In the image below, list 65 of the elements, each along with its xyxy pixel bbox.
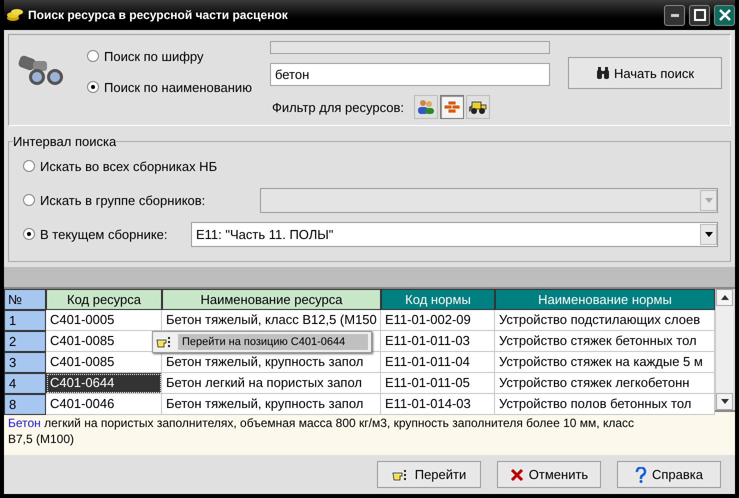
- coins-icon: [6, 7, 24, 23]
- column-header[interactable]: Код ресурса: [46, 289, 162, 310]
- radio-button[interactable]: [23, 160, 35, 172]
- help-icon: [635, 466, 647, 482]
- row-number: 8: [4, 394, 46, 415]
- column-header[interactable]: Наименование нормы: [495, 289, 715, 310]
- binoculars-icon: [596, 66, 610, 80]
- radio-button[interactable]: [87, 81, 99, 93]
- collection-dropdown[interactable]: Е11: "Часть 11. ПОЛЫ": [191, 222, 718, 246]
- scroll-down-icon: [720, 399, 728, 404]
- table-cell: С401-0085: [46, 352, 162, 373]
- dialog-button[interactable]: Перейти: [377, 461, 481, 488]
- table-cell: Бетон тяжелый, класс В12,5 (М150: [162, 310, 381, 331]
- maximize-icon: [694, 9, 706, 21]
- radio-button[interactable]: [23, 228, 35, 240]
- radio-label: Поиск по шифру: [104, 48, 204, 64]
- column-header[interactable]: Наименование ресурса: [162, 289, 381, 310]
- group-title: Интервал поиска: [13, 134, 116, 149]
- table-cell: Устройство стяжек на каждые 5 м: [495, 352, 715, 373]
- table-cell: С401-0005: [46, 310, 162, 331]
- maximize-button[interactable]: [689, 4, 710, 26]
- caret-icon: [704, 198, 712, 202]
- window-title: Поиск ресурса в ресурсной части расценок: [28, 8, 289, 22]
- table-cell: С401-0644: [46, 373, 162, 394]
- table-cell: Устройство полов бетонных тол: [495, 394, 715, 415]
- filter-button[interactable]: [466, 95, 490, 119]
- scroll-up-icon: [720, 295, 728, 300]
- table-cell: Е11-01-014-03: [381, 394, 495, 415]
- table-cell: Е11-01-011-03: [381, 331, 495, 352]
- scrollbar[interactable]: [715, 289, 733, 410]
- row-number: 4: [4, 373, 46, 394]
- close-button[interactable]: [714, 4, 735, 26]
- table-cell: Бетон тяжелый, крупность запол: [162, 394, 381, 415]
- column-header[interactable]: Код нормы: [381, 289, 495, 310]
- menu-item[interactable]: Перейти на позицию С401-0644: [178, 334, 368, 350]
- table-cell: Е11-01-011-04: [381, 352, 495, 373]
- radio-label: Искать во всех сборниках НБ: [40, 158, 218, 174]
- radio-label: Искать в группе сборников:: [40, 192, 206, 208]
- bulldozer-icon: [468, 99, 488, 115]
- table-cell: С401-0046: [46, 394, 162, 415]
- table-cell: Бетон тяжелый, крупность запол: [162, 352, 381, 373]
- close-icon: [718, 9, 730, 21]
- table-cell: Е11-01-011-05: [381, 373, 495, 394]
- people-icon: [417, 99, 435, 115]
- row-number: 1: [4, 310, 46, 331]
- row-number: 2: [4, 331, 46, 352]
- dialog-button[interactable]: Отменить: [497, 461, 601, 488]
- radio-label: Поиск по наименованию: [104, 80, 252, 94]
- start-search-button[interactable]: Начать поиск: [568, 57, 722, 89]
- table-cell: Бетон легкий на пористых запол: [162, 373, 381, 394]
- row-number: 3: [4, 352, 46, 373]
- caret-icon: [704, 232, 712, 236]
- column-header[interactable]: №: [4, 289, 46, 310]
- dialog-button[interactable]: Справка: [617, 461, 721, 488]
- close-icon: [510, 468, 524, 482]
- table-cell: Е11-01-002-09: [381, 310, 495, 331]
- table-cell: Устройство стяжек легкобетонн: [495, 373, 715, 394]
- bricks-icon: [443, 100, 461, 114]
- minimize-icon: [670, 14, 678, 16]
- minimize-button[interactable]: [664, 4, 685, 26]
- filter-label: Фильтр для ресурсов:: [272, 100, 404, 114]
- table-cell: Устройство подстилающих слоев: [495, 310, 715, 331]
- radio-label: В текущем сборнике:: [40, 226, 169, 242]
- search-field[interactable]: бетон: [270, 63, 550, 86]
- table-cell: Устройство стяжек бетонных тол: [495, 331, 715, 352]
